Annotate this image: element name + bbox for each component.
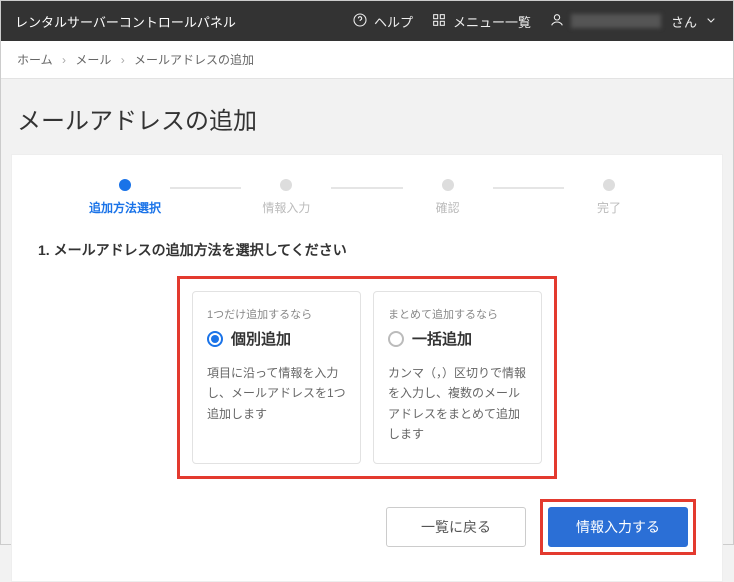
step-label: 確認 — [436, 199, 460, 216]
option-lead: まとめて追加するなら — [388, 306, 527, 322]
step-dot — [442, 179, 454, 191]
option-title: 一括追加 — [412, 328, 472, 349]
help-link[interactable]: ヘルプ — [352, 12, 413, 31]
step-1: 追加方法選択 — [80, 179, 170, 216]
step-label: 完了 — [597, 199, 621, 216]
step-bar — [493, 187, 564, 189]
back-button[interactable]: 一覧に戻る — [386, 507, 526, 547]
user-name-redacted — [571, 14, 661, 28]
chevron-down-icon — [703, 12, 719, 31]
help-label: ヘルプ — [374, 12, 413, 31]
grid-icon — [431, 12, 447, 31]
option-desc: 項目に沿って情報を入力し、メールアドレスを1つ追加します — [207, 363, 346, 424]
radio-bulk[interactable] — [388, 331, 404, 347]
user-icon — [549, 12, 565, 31]
option-desc: カンマ（，）区切りで情報を入力し、複数のメールアドレスをまとめて追加します — [388, 363, 527, 445]
option-lead: 1つだけ追加するなら — [207, 306, 346, 322]
breadcrumb-mail[interactable]: メール — [75, 53, 111, 67]
option-title: 個別追加 — [231, 328, 291, 349]
stepper: 追加方法選択 情報入力 確認 完了 — [80, 179, 654, 216]
breadcrumb-sep: › — [121, 53, 125, 67]
breadcrumb-current: メールアドレスの追加 — [134, 53, 254, 67]
actions: 一覧に戻る 情報入力する — [38, 499, 696, 555]
topbar: レンタルサーバーコントロールパネル ヘルプ メニュー一覧 さん — [1, 1, 733, 41]
step-dot — [280, 179, 292, 191]
breadcrumb-sep: › — [62, 53, 66, 67]
radio-individual[interactable] — [207, 331, 223, 347]
step-4: 完了 — [564, 179, 654, 216]
section-header: 1. メールアドレスの追加方法を選択してください — [38, 240, 696, 260]
step-3: 確認 — [403, 179, 493, 216]
step-label: 追加方法選択 — [89, 199, 161, 216]
option-bulk[interactable]: まとめて追加するなら 一括追加 カンマ（，）区切りで情報を入力し、複数のメールア… — [373, 291, 542, 464]
menu-label: メニュー一覧 — [453, 12, 531, 31]
step-dot — [119, 179, 131, 191]
step-label: 情報入力 — [262, 199, 310, 216]
user-menu[interactable]: さん — [549, 12, 719, 31]
help-icon — [352, 12, 368, 31]
step-2: 情報入力 — [241, 179, 331, 216]
breadcrumb: ホーム › メール › メールアドレスの追加 — [1, 41, 733, 79]
user-suffix: さん — [671, 12, 697, 31]
next-button[interactable]: 情報入力する — [548, 507, 688, 547]
step-bar — [331, 187, 402, 189]
step-dot — [603, 179, 615, 191]
step-bar — [170, 187, 241, 189]
content-card: 追加方法選択 情報入力 確認 完了 1. メールアドレスの追加方法を選択してくだ… — [11, 154, 723, 582]
breadcrumb-home[interactable]: ホーム — [17, 53, 53, 67]
page-title: メールアドレスの追加 — [1, 79, 733, 154]
options-highlight: 1つだけ追加するなら 個別追加 項目に沿って情報を入力し、メールアドレスを1つ追… — [177, 276, 557, 479]
next-highlight: 情報入力する — [540, 499, 696, 555]
menu-link[interactable]: メニュー一覧 — [431, 12, 531, 31]
option-individual[interactable]: 1つだけ追加するなら 個別追加 項目に沿って情報を入力し、メールアドレスを1つ追… — [192, 291, 361, 464]
app-title: レンタルサーバーコントロールパネル — [15, 12, 236, 31]
